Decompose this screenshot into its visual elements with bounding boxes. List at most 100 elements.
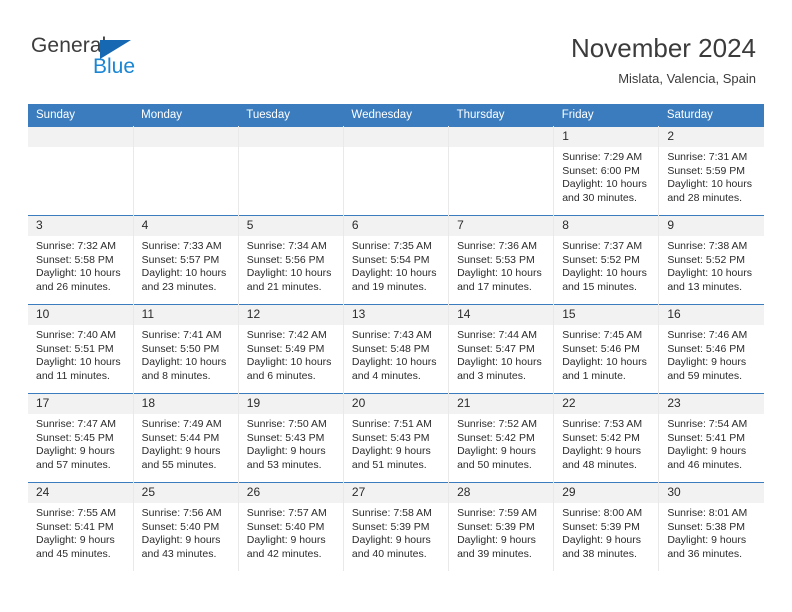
sunset-text: Sunset: 5:38 PM	[667, 520, 745, 533]
calendar-day-cell[interactable]: 21 Sunrise: 7:52 AM Sunset: 5:42 PM Dayligh…	[448, 393, 555, 483]
calendar-day-cell[interactable]: 11 Sunrise: 7:41 AM Sunset: 5:50 PM Dayligh…	[133, 304, 239, 394]
calendar-day-cell[interactable]: 29 Sunrise: 8:00 AM Sunset: 5:39 PM Dayligh…	[553, 482, 660, 571]
calendar-day-cell[interactable]: 23 Sunrise: 7:54 AM Sunset: 5:41 PM Dayligh…	[658, 393, 764, 483]
day-number: 5	[238, 216, 343, 236]
day-number: 15	[554, 305, 659, 325]
sunset-text: Sunset: 5:54 PM	[351, 253, 430, 266]
sunrise-text: Sunrise: 7:40 AM	[36, 329, 116, 341]
calendar-day-cell[interactable]: 28 Sunrise: 7:59 AM Sunset: 5:39 PM Dayligh…	[448, 482, 555, 571]
sunset-text: Sunset: 5:57 PM	[141, 253, 220, 266]
calendar-day-cell[interactable]: 4 Sunrise: 7:33 AM Sunset: 5:57 PM Daylight…	[133, 215, 239, 305]
day-number: 18	[133, 394, 238, 414]
day-number: 26	[238, 483, 343, 503]
day-details: Sunrise: 7:35 AM Sunset: 5:54 PM Daylight:…	[344, 236, 448, 294]
calendar-day-cell[interactable]: 6 Sunrise: 7:35 AM Sunset: 5:54 PM Daylight…	[343, 215, 450, 305]
calendar-day-cell[interactable]: 14 Sunrise: 7:44 AM Sunset: 5:47 PM Dayligh…	[448, 304, 555, 394]
calendar-day-cell[interactable]: 27 Sunrise: 7:58 AM Sunset: 5:39 PM Dayligh…	[343, 482, 450, 571]
daylight-text: Daylight: 9 hours and 48 minutes.	[562, 445, 641, 471]
daylight-text: Daylight: 9 hours and 53 minutes.	[246, 445, 326, 471]
sunset-text: Sunset: 6:00 PM	[562, 164, 640, 177]
calendar-day-cell[interactable]: 15 Sunrise: 7:45 AM Sunset: 5:46 PM Dayligh…	[553, 304, 660, 394]
daylight-text: Daylight: 9 hours and 42 minutes.	[246, 534, 326, 560]
sunset-text: Sunset: 5:45 PM	[36, 431, 114, 444]
day-number: 29	[554, 483, 659, 503]
day-number: 1	[554, 127, 659, 147]
day-number	[28, 127, 133, 147]
day-details: Sunrise: 7:51 AM Sunset: 5:43 PM Daylight:…	[344, 414, 448, 472]
sunrise-text: Sunrise: 7:45 AM	[562, 329, 643, 341]
page-title: November 2024	[571, 33, 756, 63]
sunset-text: Sunset: 5:41 PM	[36, 520, 114, 533]
sunset-text: Sunset: 5:39 PM	[351, 520, 430, 533]
calendar-page: General Blue November 2024 Mislata, Vale…	[0, 0, 792, 612]
daylight-text: Daylight: 9 hours and 55 minutes.	[141, 445, 221, 471]
daylight-text: Daylight: 9 hours and 51 minutes.	[351, 445, 431, 471]
sunset-text: Sunset: 5:39 PM	[457, 520, 535, 533]
calendar-day-cell[interactable]: 2 Sunrise: 7:31 AM Sunset: 5:59 PM Daylight…	[658, 126, 764, 216]
calendar-day-cell[interactable]: 22 Sunrise: 7:53 AM Sunset: 5:42 PM Dayligh…	[553, 393, 660, 483]
sunset-text: Sunset: 5:44 PM	[141, 431, 220, 444]
sunrise-text: Sunrise: 7:56 AM	[141, 507, 222, 519]
calendar-week-row: 10 Sunrise: 7:40 AM Sunset: 5:51 PM Dayligh…	[28, 304, 764, 394]
calendar-day-cell[interactable]: 12 Sunrise: 7:42 AM Sunset: 5:49 PM Dayligh…	[238, 304, 344, 394]
sunset-text: Sunset: 5:42 PM	[562, 431, 640, 444]
daylight-text: Daylight: 9 hours and 50 minutes.	[457, 445, 536, 471]
daylight-text: Daylight: 10 hours and 3 minutes.	[457, 356, 542, 382]
weekday-header-thursday: Thursday	[448, 104, 554, 127]
sunset-text: Sunset: 5:40 PM	[141, 520, 220, 533]
calendar-day-cell[interactable]: 19 Sunrise: 7:50 AM Sunset: 5:43 PM Dayligh…	[238, 393, 344, 483]
day-number: 2	[659, 127, 764, 147]
calendar-day-cell[interactable]: 1 Sunrise: 7:29 AM Sunset: 6:00 PM Daylight…	[553, 126, 660, 216]
calendar-day-cell[interactable]: 24 Sunrise: 7:55 AM Sunset: 5:41 PM Dayligh…	[28, 482, 134, 571]
daylight-text: Daylight: 10 hours and 1 minute.	[562, 356, 647, 382]
daylight-text: Daylight: 10 hours and 23 minutes.	[141, 267, 227, 293]
daylight-text: Daylight: 9 hours and 45 minutes.	[36, 534, 115, 560]
weekday-header-saturday: Saturday	[658, 104, 764, 127]
sunrise-text: Sunrise: 7:31 AM	[667, 151, 748, 163]
calendar-day-cell[interactable]: 5 Sunrise: 7:34 AM Sunset: 5:56 PM Daylight…	[238, 215, 344, 305]
calendar-day-cell[interactable]: 20 Sunrise: 7:51 AM Sunset: 5:43 PM Dayligh…	[343, 393, 450, 483]
calendar-day-cell[interactable]: 9 Sunrise: 7:38 AM Sunset: 5:52 PM Daylight…	[658, 215, 764, 305]
sunrise-text: Sunrise: 7:47 AM	[36, 418, 116, 430]
day-details: Sunrise: 7:36 AM Sunset: 5:53 PM Daylight:…	[449, 236, 553, 294]
weekday-header-row: Sunday Monday Tuesday Wednesday Thursday Frid…	[28, 104, 764, 127]
general-blue-logo: General Blue	[31, 34, 211, 84]
daylight-text: Daylight: 10 hours and 19 minutes.	[351, 267, 437, 293]
daylight-text: Daylight: 10 hours and 11 minutes.	[36, 356, 121, 382]
sunrise-text: Sunrise: 7:37 AM	[562, 240, 643, 252]
day-number: 16	[659, 305, 764, 325]
calendar-week-row: 3 Sunrise: 7:32 AM Sunset: 5:58 PM Daylight…	[28, 215, 764, 305]
calendar-day-cell[interactable]: 16 Sunrise: 7:46 AM Sunset: 5:46 PM Dayligh…	[658, 304, 764, 394]
day-number: 12	[238, 305, 343, 325]
calendar-day-cell[interactable]: 30 Sunrise: 8:01 AM Sunset: 5:38 PM Dayligh…	[658, 482, 764, 571]
calendar-day-cell[interactable]: 18 Sunrise: 7:49 AM Sunset: 5:44 PM Dayligh…	[133, 393, 239, 483]
daylight-text: Daylight: 10 hours and 15 minutes.	[562, 267, 647, 293]
day-number: 24	[28, 483, 133, 503]
calendar-day-cell[interactable]: 13 Sunrise: 7:43 AM Sunset: 5:48 PM Dayligh…	[343, 304, 450, 394]
weekday-header-wednesday: Wednesday	[343, 104, 449, 127]
day-number: 6	[343, 216, 449, 236]
calendar-day-cell[interactable]: 25 Sunrise: 7:56 AM Sunset: 5:40 PM Dayligh…	[133, 482, 239, 571]
calendar-day-cell[interactable]: 7 Sunrise: 7:36 AM Sunset: 5:53 PM Daylight…	[448, 215, 555, 305]
sunrise-text: Sunrise: 7:52 AM	[457, 418, 538, 430]
logo-text-blue: Blue	[93, 55, 136, 78]
day-number: 23	[659, 394, 764, 414]
calendar-day-cell[interactable]: 8 Sunrise: 7:37 AM Sunset: 5:52 PM Daylight…	[553, 215, 660, 305]
calendar-day-cell[interactable]: 17 Sunrise: 7:47 AM Sunset: 5:45 PM Dayligh…	[28, 393, 134, 483]
sunrise-text: Sunrise: 7:44 AM	[457, 329, 538, 341]
day-details: Sunrise: 7:43 AM Sunset: 5:48 PM Daylight:…	[344, 325, 448, 383]
sunrise-text: Sunrise: 7:54 AM	[667, 418, 748, 430]
day-number: 14	[449, 305, 554, 325]
daylight-text: Daylight: 10 hours and 6 minutes.	[246, 356, 332, 382]
sunrise-text: Sunrise: 7:58 AM	[351, 507, 432, 519]
calendar-empty-cell	[28, 126, 134, 216]
day-number: 30	[659, 483, 764, 503]
calendar-body: 1 Sunrise: 7:29 AM Sunset: 6:00 PM Daylight…	[28, 126, 764, 571]
calendar-day-cell[interactable]: 3 Sunrise: 7:32 AM Sunset: 5:58 PM Daylight…	[28, 215, 134, 305]
day-details: Sunrise: 7:53 AM Sunset: 5:42 PM Daylight:…	[554, 414, 658, 472]
calendar-empty-cell	[238, 126, 344, 216]
day-details: Sunrise: 7:55 AM Sunset: 5:41 PM Daylight:…	[28, 503, 133, 561]
sunrise-text: Sunrise: 7:29 AM	[562, 151, 643, 163]
calendar-day-cell[interactable]: 26 Sunrise: 7:57 AM Sunset: 5:40 PM Dayligh…	[238, 482, 344, 571]
calendar-day-cell[interactable]: 10 Sunrise: 7:40 AM Sunset: 5:51 PM Dayligh…	[28, 304, 134, 394]
